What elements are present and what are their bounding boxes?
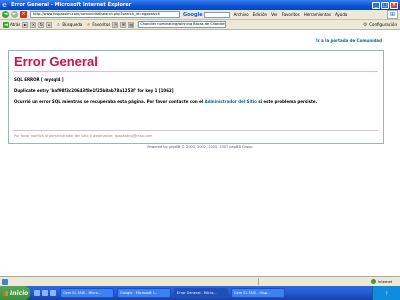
forward-icon[interactable]: ► [22, 21, 29, 28]
quick-launch-icon[interactable] [34, 290, 40, 296]
mail-icon[interactable]: ✉ [120, 21, 127, 28]
back-arrow-icon[interactable]: ◄ [2, 11, 9, 18]
quick-launch [34, 290, 56, 296]
security-zone: Internet [371, 279, 392, 284]
message-prefix: Ocurrió un error SQL mientras se recuper… [14, 99, 204, 104]
windows-logo-icon [3, 290, 8, 296]
status-bar: Internet [0, 276, 400, 286]
menu-ver[interactable]: Ver [271, 12, 278, 17]
task-list: Gem EL FAIS - Micro... Google - Microsof… [60, 288, 285, 298]
clock[interactable]: ? [385, 291, 387, 296]
error-message: Ocurrió un error SQL mientras se recuper… [14, 99, 317, 104]
favorites-button[interactable]: ★ Favoritos [85, 22, 110, 28]
maximize-button[interactable]: □ [381, 1, 389, 9]
back-icon: ◄ [3, 21, 9, 28]
stop-icon-toolbar[interactable]: × [30, 21, 37, 28]
refresh-icon[interactable]: ↻ [38, 21, 45, 28]
task-button[interactable]: Gem EL FAIS - Micro... [60, 288, 114, 298]
start-button[interactable]: Inicio [0, 286, 30, 300]
gear-icon: ⚙ [362, 21, 368, 28]
taskbar: Inicio Gem EL FAIS - Micro... Google - M… [0, 286, 400, 300]
site-admin-link[interactable]: Administrador del Sitio [205, 99, 257, 104]
status-divider [258, 278, 259, 285]
google-search-input[interactable] [203, 11, 230, 18]
ie-logo-icon: e [2, 0, 7, 9]
menu-ayuda[interactable]: Ayuda [335, 12, 347, 17]
menu-archivo[interactable]: Archivo [234, 12, 249, 17]
powered-by[interactable]: Powered by phpBB © 2000, 2002, 2005, 200… [0, 145, 400, 149]
home-icon[interactable]: ⌂ [46, 21, 53, 28]
google-logo: Google [183, 11, 203, 18]
favorites-label: Favoritos [92, 22, 111, 27]
task-button[interactable]: Gem EL FAIS - Hisp... [231, 288, 285, 298]
print-icon[interactable]: ▤ [128, 21, 135, 28]
quick-launch-icon[interactable] [42, 290, 48, 296]
window-title-bar[interactable]: e Error General - Microsoft Internet Exp… [0, 0, 400, 10]
footer-divider [14, 130, 378, 131]
menu-bar: Archivo Edición Ver Favoritos Herramient… [234, 12, 348, 17]
windows-flag-icon: ⊞ [387, 10, 398, 19]
duplicate-entry-line: Duplicate entry 'baf98f3c20643f8e1f25b8a… [14, 88, 174, 93]
start-label: Inicio [10, 289, 29, 297]
star-icon: ★ [86, 21, 91, 28]
menu-favoritos[interactable]: Favoritos [282, 12, 300, 17]
close-button[interactable]: × [390, 1, 398, 9]
globe-icon [371, 279, 377, 284]
config-label: Configuración [369, 22, 397, 27]
title-divider [14, 71, 378, 72]
message-suffix: si este problema persiste. [258, 99, 318, 104]
task-button[interactable]: Google - Microsoft I... [117, 288, 171, 298]
sql-error-line: SQL ERROR [ mysql4 ] [14, 77, 64, 82]
search-label: Búsqueda [62, 22, 83, 27]
minimize-button[interactable]: _ [372, 1, 380, 9]
address-input[interactable]: http://www.fospassim.com/comunidad/searc… [30, 11, 180, 18]
toolbar: ◄ Atrás ► × ↻ ⌂ ⌕ Búsqueda ★ Favoritos ◷… [0, 20, 400, 30]
quick-launch-icon[interactable] [50, 290, 56, 296]
address-row: ◄ ► × http://www.fospassim.com/comunidad… [0, 10, 400, 20]
back-button[interactable]: ◄ Atrás [3, 21, 21, 28]
links-input[interactable]: Chandler nominating/winning Bocas de Cha… [138, 21, 227, 28]
footer-note: Por favor notifica al administrador del … [14, 134, 153, 138]
google-toolbar: Google [183, 11, 230, 18]
menu-herramientas[interactable]: Herramientas [304, 12, 331, 17]
forward-arrow-icon[interactable]: ► [11, 11, 18, 18]
system-tray: ? [372, 286, 400, 300]
window-title: Error General - Microsoft Internet Explo… [11, 2, 132, 8]
back-label: Atrás [10, 22, 21, 27]
error-panel: Error General SQL ERROR [ mysql4 ] Dupli… [8, 50, 384, 144]
magnifier-icon: ⌕ [57, 21, 60, 28]
window-controls: _ □ × [372, 1, 398, 9]
page-viewport: Ir a la portada de Comunidad Error Gener… [0, 30, 400, 276]
search-button[interactable]: ⌕ Búsqueda [55, 22, 82, 28]
community-home-link[interactable]: Ir a la portada de Comunidad [316, 38, 382, 43]
task-button-active[interactable]: Error General - Micro... [174, 288, 228, 298]
menu-edicion[interactable]: Edición [253, 12, 267, 17]
page-icon [2, 278, 8, 285]
zone-label: Internet [378, 279, 392, 284]
config-button[interactable]: ⚙ Configuración [362, 22, 397, 28]
error-title: Error General [14, 54, 98, 69]
stop-icon[interactable]: × [20, 11, 27, 18]
history-icon[interactable]: ◷ [112, 21, 119, 28]
